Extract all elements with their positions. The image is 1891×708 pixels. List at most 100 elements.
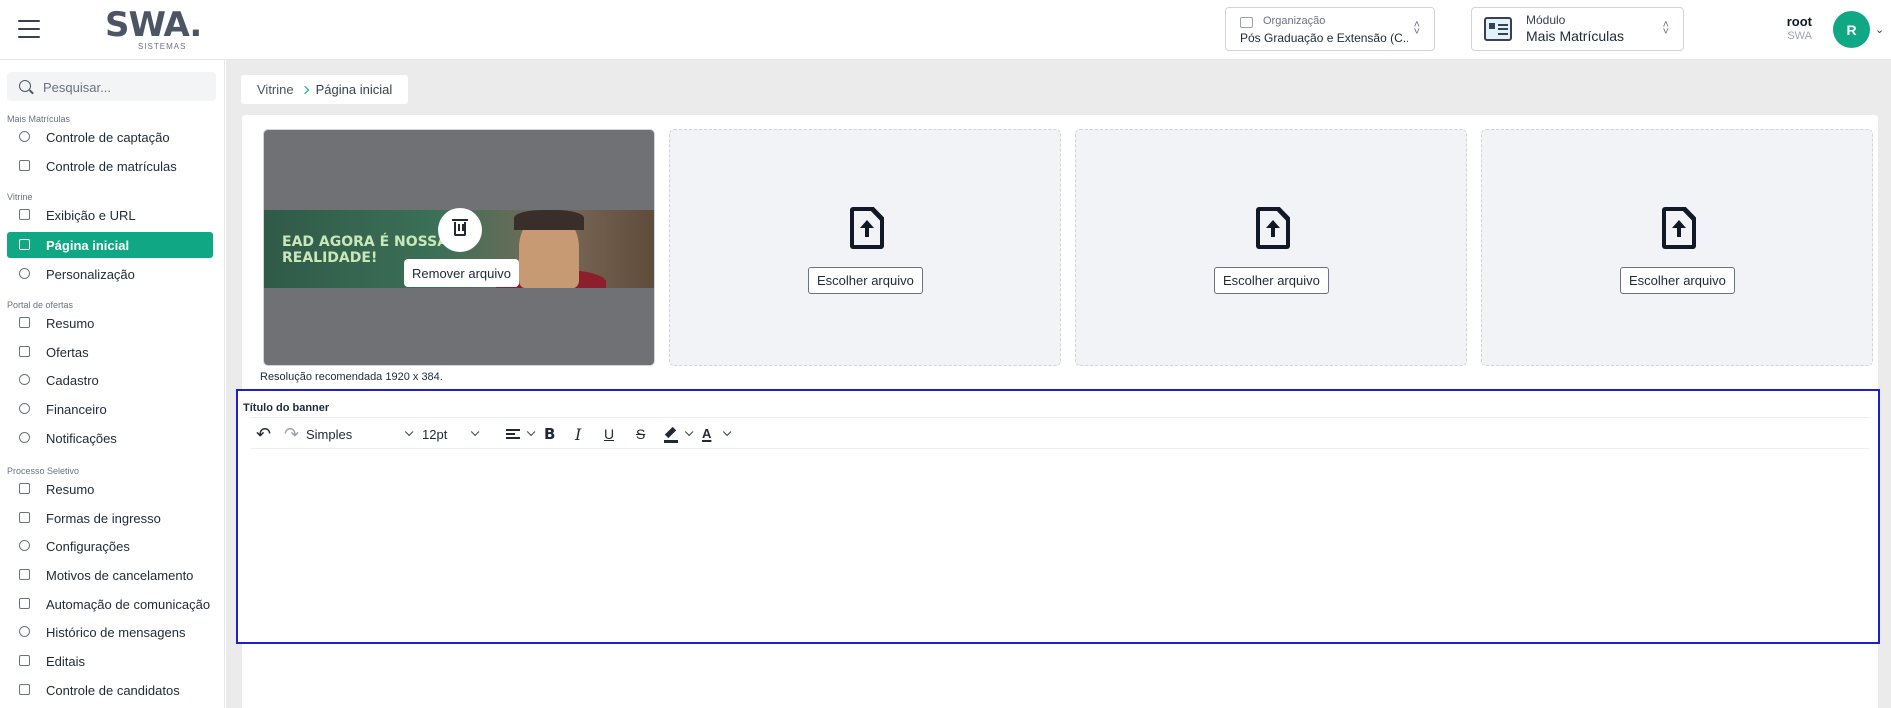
sidebar-item-controle-captacao[interactable]: Controle de captação [7, 124, 213, 150]
building-icon [1240, 17, 1253, 28]
banner-slot-3[interactable]: Escolher arquivo [1075, 129, 1467, 366]
remove-file-button[interactable] [438, 208, 482, 252]
sidebar-item-controle-candidatos[interactable]: Controle de candidatos [7, 677, 213, 703]
avatar[interactable]: R [1833, 11, 1870, 48]
sidebar-item-editais[interactable]: Editais [7, 648, 213, 674]
sidebar-item-exibicao-url[interactable]: Exibição e URL [7, 202, 213, 228]
font-color-button[interactable]: A [702, 424, 732, 444]
redo-icon[interactable]: ↷ [284, 424, 299, 444]
sidebar-item-label: Formas de ingresso [46, 511, 161, 526]
choose-file-button[interactable]: Escolher arquivo [808, 267, 923, 294]
chevron-updown-icon: ˄ ˅ [1662, 19, 1669, 38]
sidebar-item-financeiro[interactable]: Financeiro [7, 396, 213, 422]
sidebar-item-controle-matriculas[interactable]: Controle de matrículas [7, 153, 213, 179]
sidebar-item-personalizacao[interactable]: Personalização [7, 261, 213, 287]
font-color-icon: A [702, 426, 712, 441]
banner-slot-2[interactable]: Escolher arquivo [669, 129, 1061, 366]
format-select[interactable]: Simples [306, 424, 416, 444]
palette-icon [19, 268, 30, 279]
file-upload-icon [850, 207, 884, 249]
organization-value: Pós Graduação e Extensão (C... [1240, 31, 1408, 45]
breadcrumb-item-vitrine[interactable]: Vitrine [257, 82, 294, 97]
choose-file-button[interactable]: Escolher arquivo [1620, 267, 1735, 294]
align-left-icon [506, 429, 520, 439]
chevron-down-icon [722, 427, 732, 437]
file-upload-icon [1256, 207, 1290, 249]
highlight-color-button[interactable] [664, 424, 694, 444]
sidebar-item-label: Controle de captação [46, 130, 170, 145]
chart-icon [19, 483, 30, 494]
main-content: Vitrine Página inicial EAD AGORA É NOSSA… [226, 60, 1891, 708]
banner-slot-4[interactable]: Escolher arquivo [1481, 129, 1873, 366]
sidebar-item-configuracoes[interactable]: Configurações [7, 533, 213, 559]
module-label: Módulo [1526, 13, 1566, 27]
user-plus-icon [19, 131, 30, 142]
calendar-icon [19, 655, 30, 666]
chevron-down-icon [526, 427, 536, 437]
sidebar-item-cadastro[interactable]: Cadastro [7, 367, 213, 393]
choose-file-button[interactable]: Escolher arquivo [1214, 267, 1329, 294]
remove-file-tooltip: Remover arquivo [404, 259, 519, 287]
table-icon [19, 684, 30, 695]
format-select-value: Simples [306, 426, 353, 442]
sidebar-item-label: Cadastro [46, 373, 99, 388]
sidebar-item-label: Motivos de cancelamento [46, 568, 194, 583]
editor-label: Título do banner [243, 402, 330, 414]
sidebar-item-label: Automação de comunicação [46, 597, 211, 612]
sidebar-item-label: Personalização [46, 267, 135, 282]
banner-title-editor[interactable]: Título do banner ↶ ↷ Simples 12pt B I U … [236, 389, 1880, 644]
logo-subtitle: SISTEMAS [138, 42, 187, 51]
banner-panel: EAD AGORA É NOSSA REALIDADE! Remover arqu… [236, 115, 1880, 708]
search-icon [19, 80, 31, 92]
sidebar-item-label: Resumo [46, 482, 95, 497]
sidebar-item-motivos-cancelamento[interactable]: Motivos de cancelamento [7, 562, 213, 588]
module-icon [1484, 17, 1512, 41]
user-organization: SWA [1787, 30, 1812, 42]
sidebar-item-notificacoes[interactable]: Notificações [7, 425, 213, 451]
sidebar-item-label: Controle de candidatos [46, 683, 180, 698]
sidebar-item-resumo[interactable]: Resumo [7, 310, 213, 336]
banner-slot-1[interactable]: EAD AGORA É NOSSA REALIDADE! Remover arqu… [263, 129, 655, 366]
search-box[interactable] [7, 72, 216, 101]
search-input[interactable] [43, 78, 208, 96]
menu-icon[interactable] [18, 18, 40, 40]
sidebar-item-label: Notificações [46, 431, 117, 446]
sidebar-item-automacao-comunicacao[interactable]: Automação de comunicação [7, 591, 213, 617]
undo-icon[interactable]: ↶ [256, 424, 271, 444]
align-select[interactable] [506, 424, 536, 444]
sidebar-item-label: Histórico de mensagens [46, 625, 186, 640]
organization-selector[interactable]: Organização Pós Graduação e Extensão (C.… [1225, 7, 1435, 51]
underline-button[interactable]: U [604, 424, 614, 444]
sidebar-item-resumo-ps[interactable]: Resumo [7, 476, 213, 502]
sidebar-item-label: Página inicial [46, 238, 130, 253]
breadcrumb-item-current: Página inicial [315, 82, 393, 97]
chart-icon [19, 317, 30, 328]
form-icon [19, 512, 30, 523]
user-menu[interactable]: root SWA R ⌄ [1780, 11, 1885, 49]
sidebar-item-historico-mensagens[interactable]: Histórico de mensagens [7, 619, 213, 645]
resolution-note: Resolução recomendada 1920 x 384. [260, 371, 443, 383]
sidebar-item-formas-ingresso[interactable]: Formas de ingresso [7, 505, 213, 531]
list-icon [19, 569, 30, 580]
logo[interactable]: SWA. SISTEMAS [105, 8, 205, 52]
chevron-down-icon[interactable]: ⌄ [1875, 23, 1884, 36]
editor-toolbar: ↶ ↷ Simples 12pt B I U S A [250, 417, 1870, 449]
section-title-vitrine: Vitrine [7, 192, 33, 202]
cart-icon [19, 346, 30, 357]
breadcrumb: Vitrine Página inicial [241, 75, 409, 104]
organization-label: Organização [1263, 15, 1326, 27]
clipboard-icon [19, 160, 30, 171]
bell-icon [19, 432, 30, 443]
italic-button[interactable]: I [575, 424, 581, 444]
sidebar-item-ofertas[interactable]: Ofertas [7, 339, 213, 365]
module-selector[interactable]: Módulo Mais Matrículas ˄ ˅ [1471, 7, 1684, 51]
logo-mark: SWA. [105, 5, 202, 45]
font-size-select[interactable]: 12pt [422, 424, 480, 444]
chevron-down-icon [470, 427, 480, 437]
editor-content-area[interactable] [250, 451, 1870, 637]
sidebar-item-pagina-inicial[interactable]: Página inicial [7, 232, 213, 258]
sidebar-item-label: Editais [46, 654, 86, 669]
sidebar-item-label: Financeiro [46, 402, 107, 417]
strikethrough-button[interactable]: S [636, 424, 645, 444]
bold-button[interactable]: B [544, 424, 555, 444]
